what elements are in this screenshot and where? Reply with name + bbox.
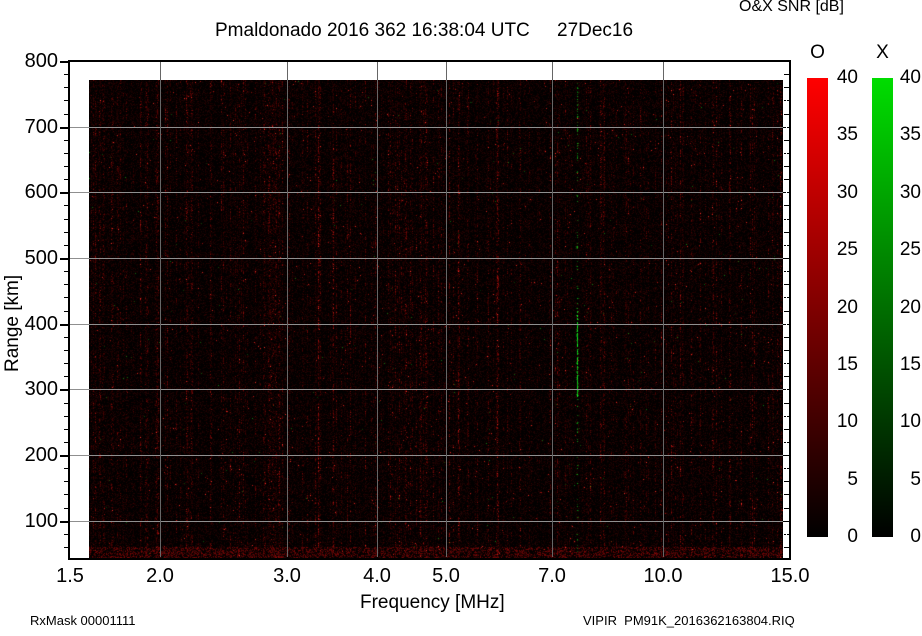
data-filename-text: VIPIR PM91K_2016362163804.RIQ [583, 613, 795, 628]
rx-mask-text: RxMask 00001111 [30, 613, 136, 628]
colorbar-tick-label: 35 [828, 125, 858, 145]
colorbar-tick-label: 0 [891, 527, 921, 547]
colorbar-tick-label: 0 [828, 527, 858, 547]
colorbar-tick-label: 5 [828, 470, 858, 490]
colorbar-x [872, 78, 893, 537]
y-tick-label: 600 [20, 181, 58, 203]
colorbar-tick-label: 35 [891, 125, 921, 145]
colorbar-tick-label: 40 [828, 68, 858, 88]
x-tick-label: 15.0 [760, 565, 820, 587]
colorbar-tick-label: 15 [891, 355, 921, 375]
page-date: 27Dec16 [557, 20, 633, 42]
colorbar-title: O&X SNR [dB] [739, 0, 844, 16]
x-tick-label: 7.0 [522, 565, 582, 587]
colorbar-tick-label: 15 [828, 355, 858, 375]
edge-dashed-marker [786, 81, 787, 557]
y-axis-label: Range [km] [2, 275, 24, 372]
colorbar-tick-label: 25 [891, 240, 921, 260]
y-tick-label: 700 [20, 116, 58, 138]
x-tick-label: 2.0 [130, 565, 190, 587]
colorbar-tick-label: 10 [828, 412, 858, 432]
colorbar-x-header: X [872, 42, 893, 64]
colorbar-tick-label: 25 [828, 240, 858, 260]
colorbar-tick-label: 30 [828, 183, 858, 203]
ionogram-data-canvas [89, 80, 783, 558]
x-axis-label: Frequency [MHz] [360, 592, 640, 614]
x-tick-label: 3.0 [257, 565, 317, 587]
colorbar-o [807, 78, 828, 537]
x-tick-label: 4.0 [347, 565, 407, 587]
ionogram-screen: Pmaldonado 2016 362 16:38:04 UTC 27Dec16… [0, 0, 922, 636]
y-tick-label: 300 [20, 378, 58, 400]
y-tick-label: 200 [20, 444, 58, 466]
y-tick-label: 100 [20, 510, 58, 532]
x-tick-label: 10.0 [633, 565, 693, 587]
page-title: Pmaldonado 2016 362 16:38:04 UTC [215, 20, 530, 42]
x-tick-label: 1.5 [40, 565, 100, 587]
x-tick-label: 5.0 [416, 565, 476, 587]
colorbar-tick-label: 20 [828, 298, 858, 318]
colorbar-tick-label: 30 [891, 183, 921, 203]
colorbar-tick-label: 20 [891, 298, 921, 318]
colorbar-o-header: O [807, 42, 828, 64]
colorbar-tick-label: 5 [891, 470, 921, 490]
y-tick-label: 800 [20, 50, 58, 72]
y-tick-label: 500 [20, 247, 58, 269]
colorbar-tick-label: 40 [891, 68, 921, 88]
y-tick-label: 400 [20, 313, 58, 335]
colorbar-tick-label: 10 [891, 412, 921, 432]
